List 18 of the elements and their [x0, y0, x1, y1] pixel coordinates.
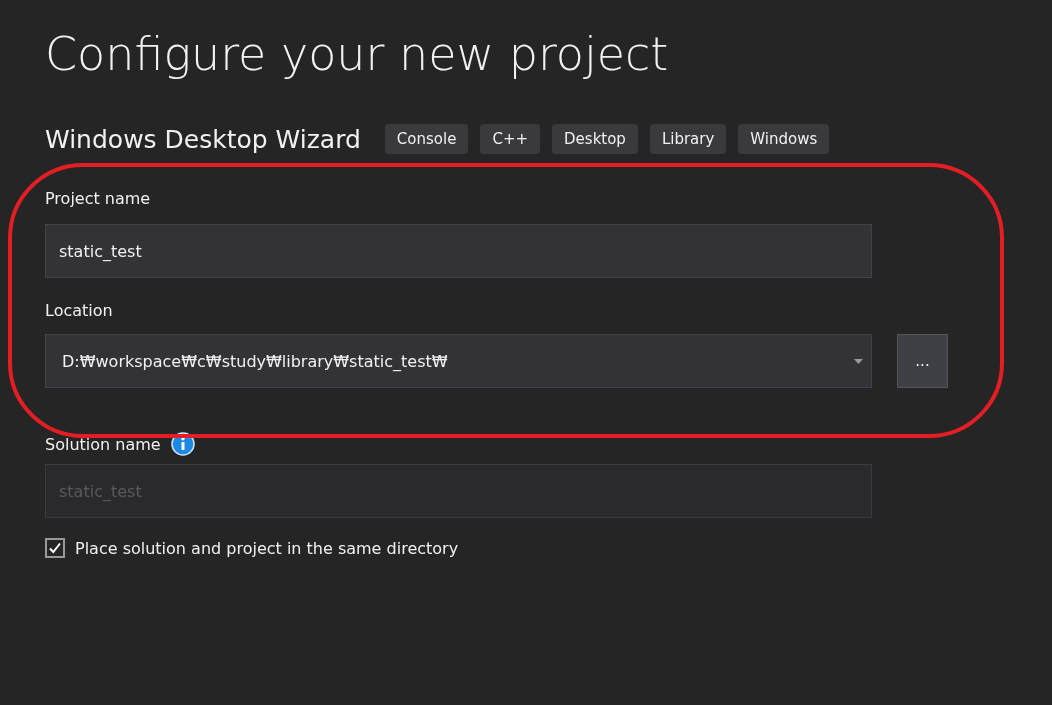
location-dropdown[interactable]: D:₩workspace₩c₩study₩library₩static_test₩: [45, 334, 872, 388]
project-name-field[interactable]: static_test: [45, 224, 872, 278]
field-label: Solution name: [45, 434, 161, 454]
page-title: Configure your new project: [45, 26, 669, 83]
template-name: Windows Desktop Wizard: [45, 124, 361, 154]
field-label: Project name: [45, 189, 151, 208]
dropdown-caret-icon: [854, 358, 863, 364]
browse-button[interactable]: ...: [897, 334, 948, 388]
tag: C++: [480, 124, 541, 154]
tag: Windows: [738, 124, 830, 154]
checkbox-label: Place solution and project in the same directory: [75, 538, 459, 558]
tag: Desktop: [552, 124, 638, 154]
checkmark-icon: [48, 541, 62, 555]
tag: Library: [649, 124, 727, 154]
tag: Console: [384, 124, 469, 154]
checkbox[interactable]: [45, 538, 65, 558]
info-icon: [170, 432, 195, 456]
field-label: Location: [45, 301, 113, 320]
